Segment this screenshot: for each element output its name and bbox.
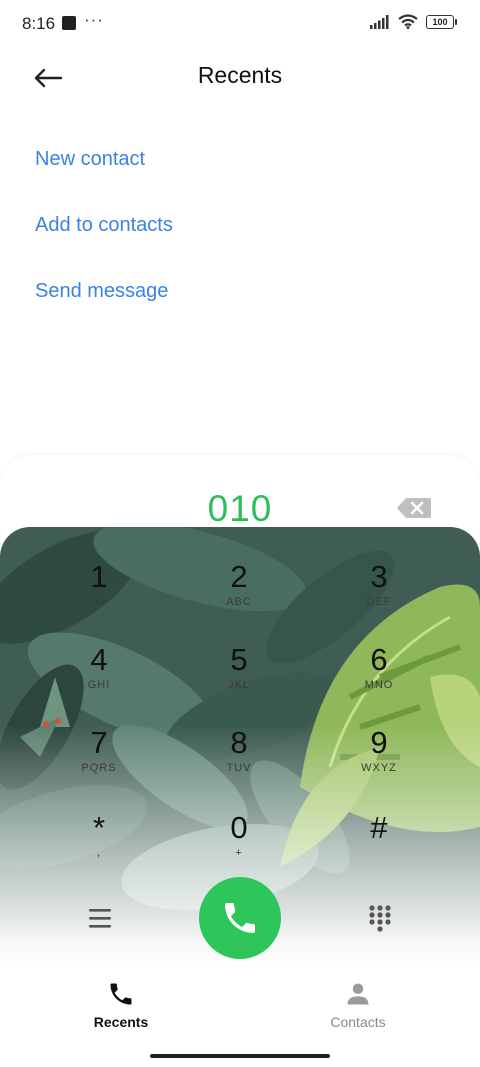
- key-0[interactable]: 0 +: [179, 811, 299, 881]
- status-bar: 8:16 ··· 100: [0, 0, 480, 48]
- phone-icon: [110, 983, 132, 1005]
- key-digit: #: [370, 810, 388, 845]
- add-to-contacts-link[interactable]: Add to contacts: [35, 214, 173, 237]
- key-letters: WXYZ: [361, 762, 397, 774]
- key-digit: 3: [370, 559, 388, 594]
- key-letters: MNO: [364, 679, 394, 691]
- call-button[interactable]: [199, 877, 281, 959]
- backspace-icon: [397, 498, 431, 518]
- key-digit: 0: [230, 810, 248, 845]
- key-5[interactable]: 5 JKL: [179, 643, 299, 713]
- key-4[interactable]: 4 GHI: [39, 643, 159, 713]
- key-letters: JKL: [228, 679, 250, 691]
- key-letters: PQRS: [81, 762, 117, 774]
- new-contact-link[interactable]: New contact: [35, 148, 145, 171]
- phone-icon: [225, 903, 255, 933]
- tab-contacts-label: Contacts: [330, 1014, 386, 1030]
- key-8[interactable]: 8 TUV: [179, 726, 299, 796]
- key-letters: oo: [91, 596, 107, 608]
- key-digit: 2: [230, 559, 248, 594]
- more-notifications-indicator: ···: [84, 10, 104, 29]
- menu-icon: [89, 909, 111, 928]
- key-letters: ,: [96, 847, 102, 859]
- battery-icon: 100: [426, 14, 457, 29]
- person-icon: [347, 983, 369, 1005]
- status-time: 8:16: [22, 14, 56, 33]
- key-letters: GHI: [87, 679, 111, 691]
- key-digit: 5: [230, 642, 248, 677]
- key-1[interactable]: 1 oo: [39, 560, 159, 630]
- dialpad-toggle-button[interactable]: [368, 904, 392, 932]
- menu-button[interactable]: [86, 906, 114, 930]
- key-digit: 4: [90, 642, 108, 677]
- key-digit: *: [92, 810, 106, 845]
- key-star[interactable]: * ,: [39, 811, 159, 881]
- status-icons: 100: [370, 14, 457, 29]
- app-header: Recents: [0, 50, 480, 106]
- key-7[interactable]: 7 PQRS: [39, 726, 159, 796]
- key-letters: TUV: [226, 762, 252, 774]
- key-3[interactable]: 3 DEF: [319, 560, 439, 630]
- tab-recents-label: Recents: [93, 1014, 149, 1030]
- key-digit: 1: [90, 559, 108, 594]
- page-title: Recents: [197, 62, 283, 88]
- key-6[interactable]: 6 MNO: [319, 643, 439, 713]
- key-digit: 8: [230, 725, 248, 760]
- notification-icon: [62, 16, 76, 30]
- home-indicator[interactable]: [150, 1054, 330, 1058]
- key-letters: DEF: [366, 596, 392, 608]
- key-letters: +: [235, 847, 243, 859]
- tab-recents[interactable]: Recents: [61, 980, 181, 1030]
- key-digit: 6: [370, 642, 388, 677]
- backspace-button[interactable]: [396, 496, 432, 520]
- tab-contacts[interactable]: Contacts: [298, 980, 418, 1030]
- signal-icon: [370, 14, 389, 29]
- key-digit: 7: [90, 725, 108, 760]
- key-letters: ABC: [226, 596, 252, 608]
- key-digit: 9: [370, 725, 388, 760]
- key-hash[interactable]: #: [319, 811, 439, 881]
- wifi-icon: [398, 14, 418, 29]
- key-9[interactable]: 9 WXYZ: [319, 726, 439, 796]
- send-message-link[interactable]: Send message: [35, 280, 168, 303]
- dialpad-icon: [369, 905, 391, 932]
- key-2[interactable]: 2 ABC: [179, 560, 299, 630]
